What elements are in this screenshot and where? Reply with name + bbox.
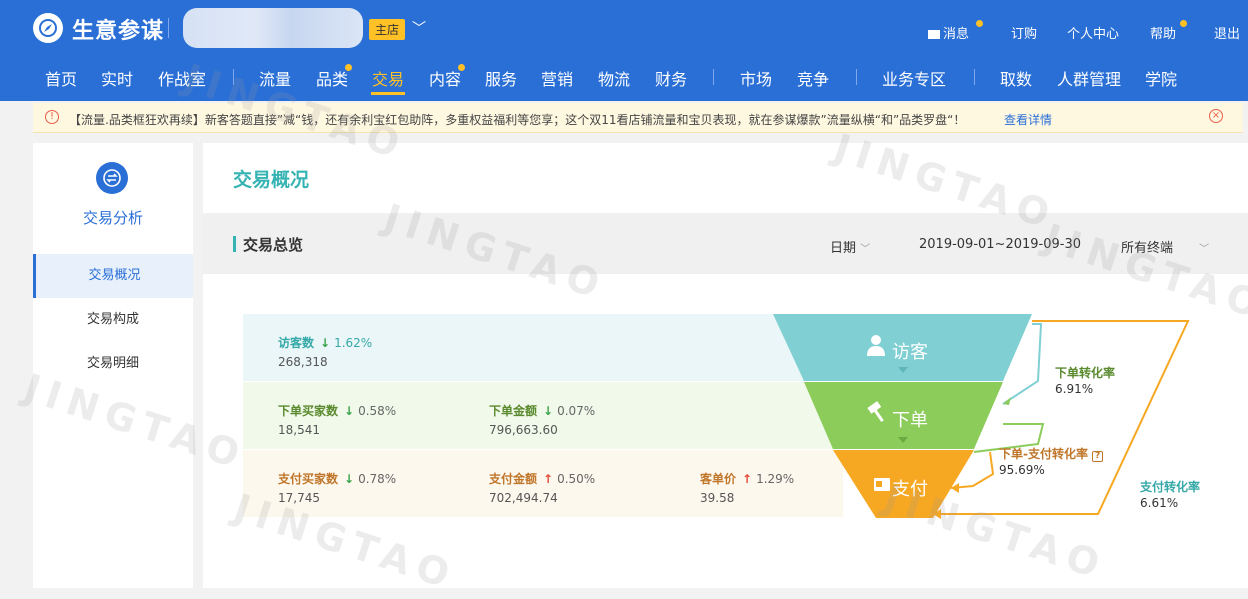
sidebar-item-details[interactable]: 交易明细 [33, 342, 193, 386]
divider [168, 18, 169, 38]
date-range[interactable]: 2019-09-01~2019-09-30 [919, 237, 1081, 252]
order-pay-rate-value: 95.69% [999, 463, 1045, 477]
nav-item-service[interactable]: 服务 [485, 66, 517, 90]
nav-item-marketing[interactable]: 营销 [541, 66, 573, 90]
subscribe-link[interactable]: 订购 [1011, 23, 1037, 42]
order-pay-rate-label: 下单-支付转化率 ? [999, 445, 1104, 462]
nav-item-business-zone[interactable]: 业务专区 [882, 66, 946, 90]
store-name-blurred[interactable] [183, 8, 363, 48]
notification-dot [976, 20, 983, 27]
conversion-funnel [773, 314, 1190, 519]
nav-item-content[interactable]: 内容 [429, 66, 461, 90]
nav-item-trade[interactable]: 交易 [372, 66, 404, 90]
page-header: 交易概况 [203, 143, 1248, 213]
notification-dot [345, 64, 352, 71]
chevron-down-icon: ﹀ [860, 244, 871, 255]
nav-item-realtime[interactable]: 实时 [101, 66, 133, 90]
store-badge: 主店 [369, 19, 406, 40]
divider [713, 69, 714, 85]
nav-item-home[interactable]: 首页 [45, 66, 77, 90]
top-header: 生意参谋 主店 ﹀ 消息 订购 个人中心 帮助 退出 首页 实时 作战室 流量 … [0, 0, 1248, 101]
notice-text: 【流量.品类框狂欢再续】新客答题直接”减“钱，还有余利宝红包助阵，多重权益福利等… [69, 113, 966, 127]
page-title: 交易概况 [233, 169, 310, 191]
sidebar-item-composition[interactable]: 交易构成 [33, 298, 193, 342]
sidebar-title: 交易分析 [82, 209, 143, 227]
nav-item-academy[interactable]: 学院 [1145, 66, 1177, 90]
funnel-label-order: 下单 [892, 410, 928, 431]
logout-link[interactable]: 退出 [1214, 23, 1240, 42]
sidebar: 交易分析 交易概况 交易构成 交易明细 [33, 143, 193, 588]
nav-item-finance[interactable]: 财务 [655, 66, 687, 90]
divider [974, 69, 975, 85]
notification-dot [458, 64, 465, 71]
section-title: 交易总览 [243, 236, 304, 254]
divider [233, 69, 234, 85]
divider [856, 69, 857, 85]
close-icon[interactable]: × [1209, 109, 1223, 123]
pay-rate-label: 支付转化率 [1140, 480, 1201, 494]
alert-icon: ! [45, 110, 59, 124]
nav-item-competition[interactable]: 竞争 [797, 66, 829, 90]
date-dropdown[interactable]: 日期 ﹀ [830, 237, 870, 256]
help-link[interactable]: 帮助 [1150, 23, 1176, 42]
order-rate-label: 下单转化率 [1055, 366, 1116, 380]
nav-item-category[interactable]: 品类 [316, 66, 348, 90]
sidebar-item-overview[interactable]: 交易概况 [33, 254, 193, 298]
wallet-icon [874, 478, 890, 491]
terminal-dropdown[interactable]: 所有终端 ﹀ [1121, 237, 1209, 256]
notice-bar: ! 【流量.品类框狂欢再续】新客答题直接”减“钱，还有余利宝红包助阵，多重权益福… [33, 103, 1243, 133]
notice-details-link[interactable]: 查看详情 [1004, 111, 1052, 128]
compass-logo-icon[interactable] [33, 13, 63, 43]
chevron-down-icon[interactable]: ﹀ [412, 18, 426, 38]
nav-item-data-fetch[interactable]: 取数 [1000, 66, 1032, 90]
funnel-label-visit: 访客 [892, 342, 928, 363]
nav-item-crowd[interactable]: 人群管理 [1057, 66, 1121, 90]
nav-item-traffic[interactable]: 流量 [259, 66, 291, 90]
section-marker [233, 236, 236, 252]
chevron-down-icon: ﹀ [1199, 244, 1210, 255]
messages-link[interactable]: 消息 [928, 23, 969, 42]
help-icon[interactable]: ? [1092, 451, 1104, 462]
notification-dot [1180, 20, 1187, 27]
overview-content: 访客数 ↓ 1.62% 268,318 下单买家数 ↓ 0.58% 18,541 下单金… [203, 274, 1248, 588]
nav-item-warroom[interactable]: 作战室 [158, 66, 206, 90]
nav-item-logistics[interactable]: 物流 [598, 66, 630, 90]
order-rate-value: 6.91% [1055, 382, 1094, 396]
nav-active-indicator [371, 92, 405, 95]
arrow-icon [1003, 397, 1011, 405]
funnel-label-pay: 支付 [892, 479, 928, 500]
profile-link[interactable]: 个人中心 [1067, 23, 1119, 42]
pay-rate-value: 6.61% [1140, 496, 1179, 510]
exchange-icon [96, 162, 128, 194]
nav-item-market[interactable]: 市场 [740, 66, 772, 90]
brand-name[interactable]: 生意参谋 [72, 13, 164, 45]
section-header: 交易总览 日期 ﹀ 2019-09-01~2019-09-30 所有终端 ﹀ [203, 214, 1248, 274]
mail-icon [928, 30, 940, 39]
